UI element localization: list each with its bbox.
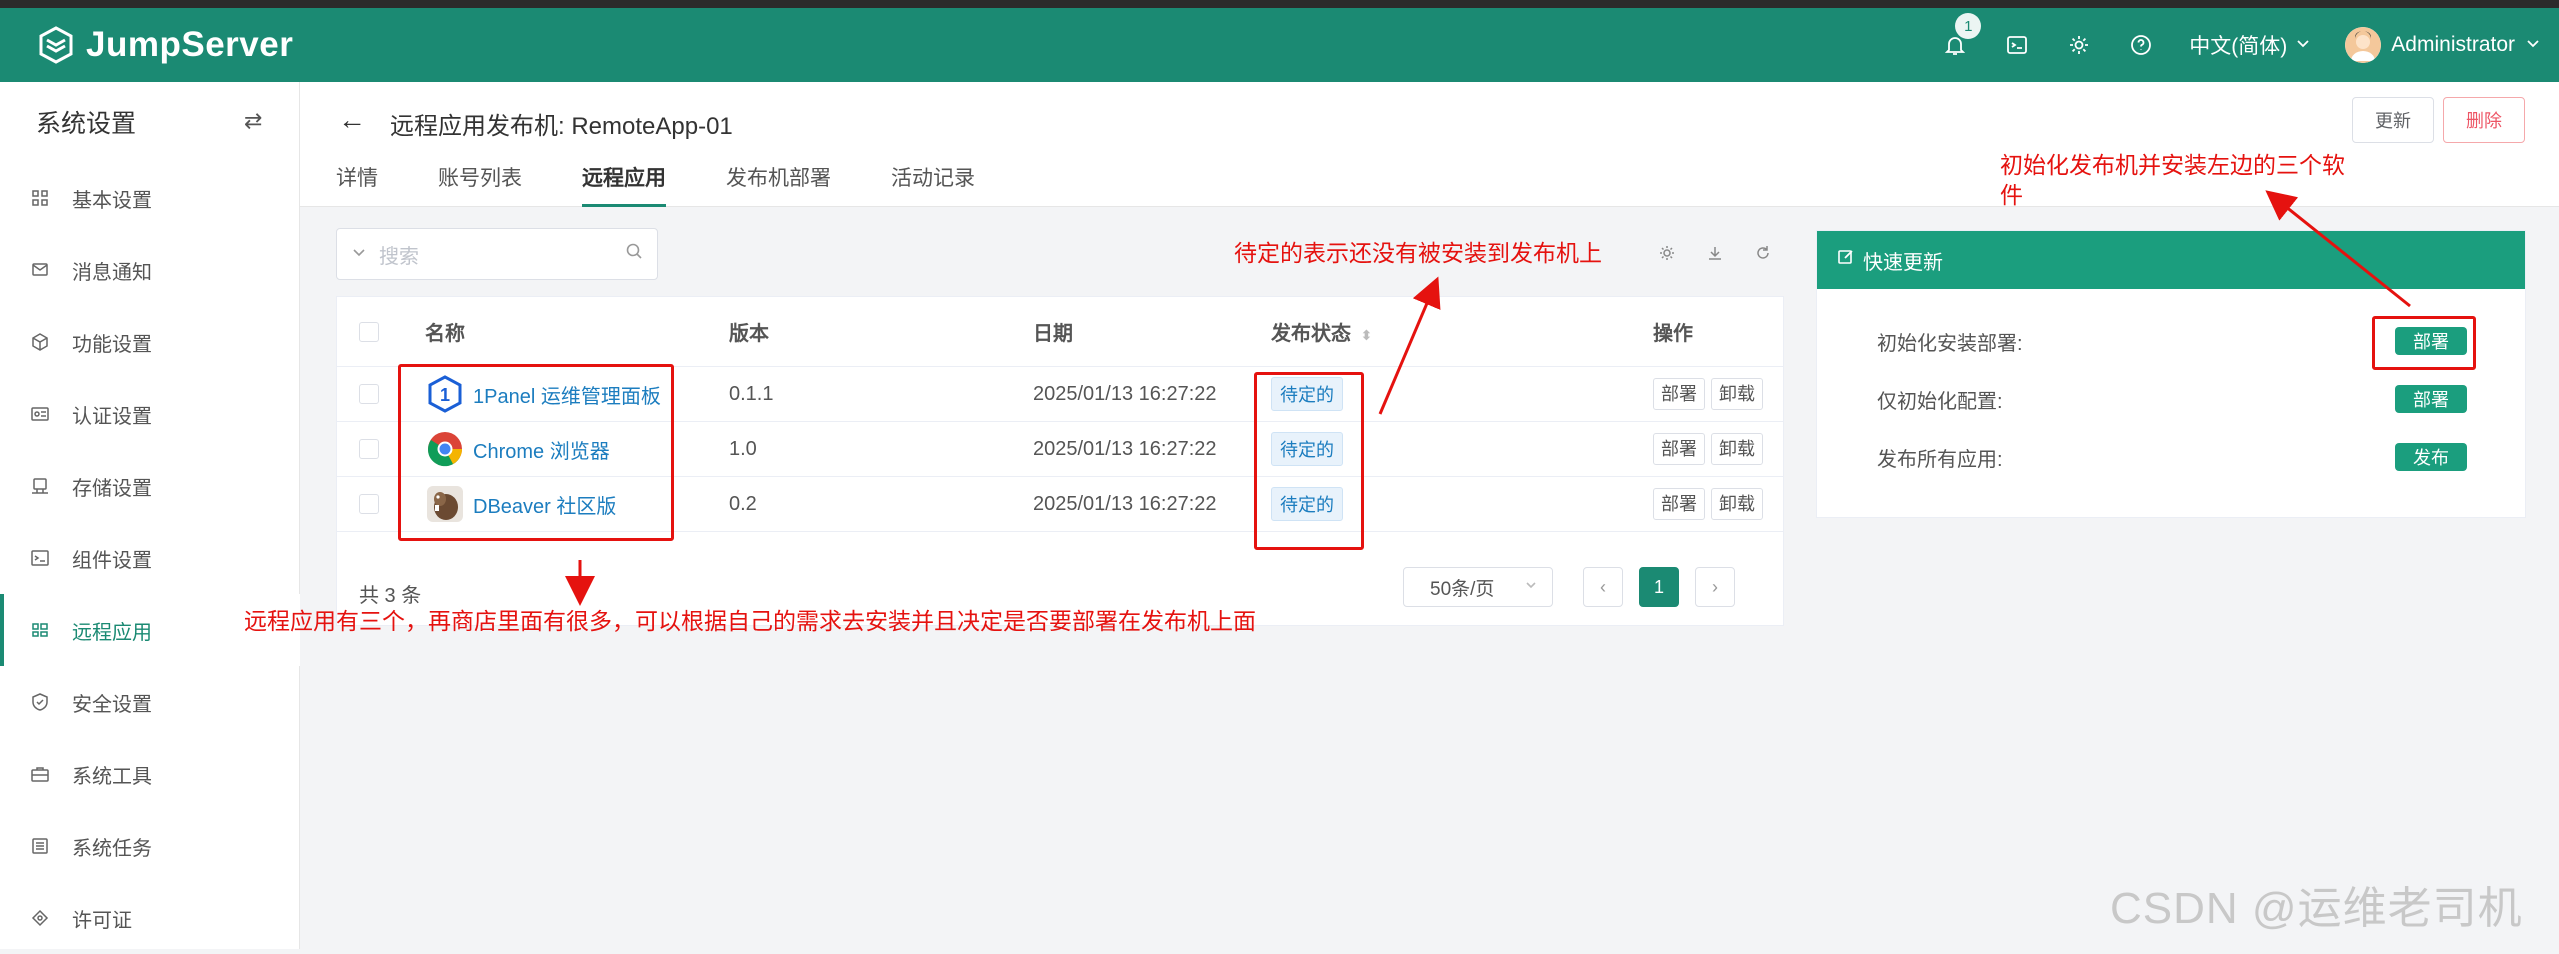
arrow-to-init-note [2265, 190, 2411, 308]
arrow-to-status-note [1378, 276, 1441, 415]
annotation-arrows [565, 190, 2411, 606]
watermark: CSDN @运维老司机 [2110, 884, 2523, 933]
